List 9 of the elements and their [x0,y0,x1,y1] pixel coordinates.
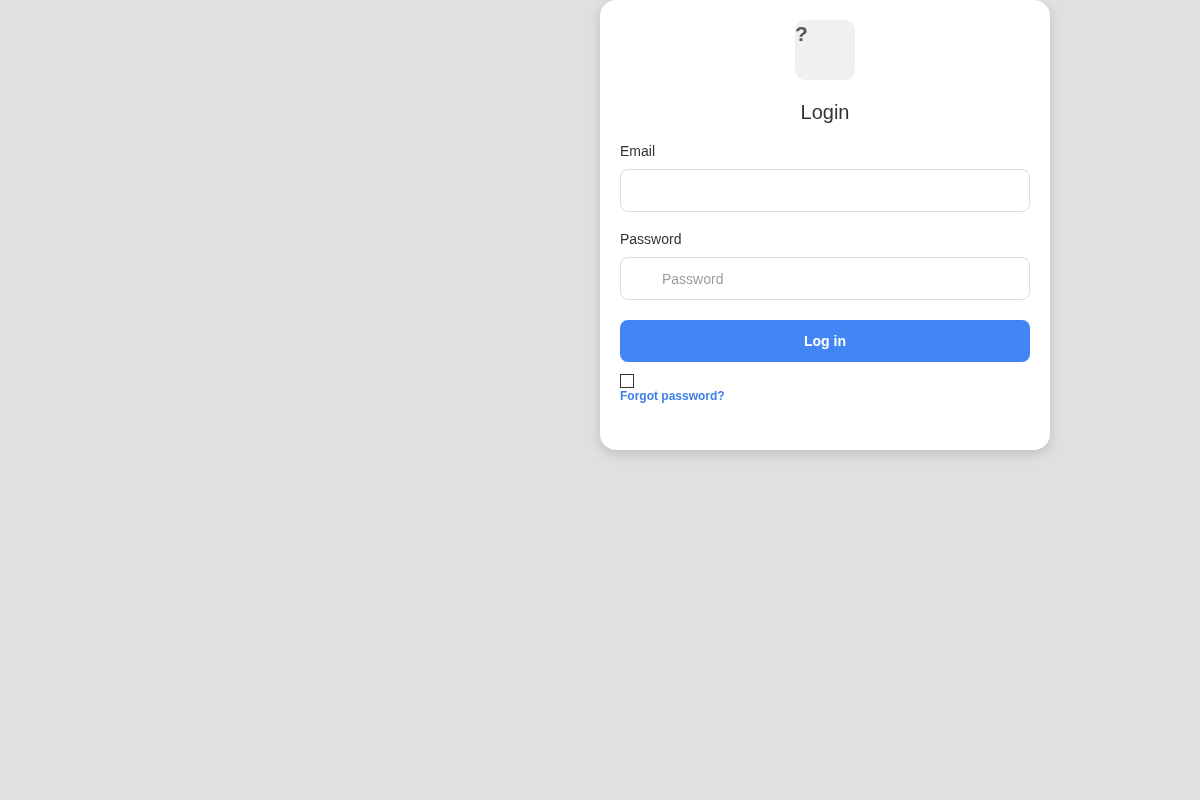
question-mark: ? [795,23,808,44]
password-input[interactable]: Password [620,257,1030,300]
forgot-password-link[interactable]: Forgot password? [620,389,725,404]
login-button[interactable]: Log in [620,320,1030,362]
password-label: Password [620,231,682,248]
login-title: Login [799,100,851,124]
checkbox[interactable] [620,374,634,388]
email-input[interactable] [620,169,1030,212]
email-label: Email [620,143,655,160]
